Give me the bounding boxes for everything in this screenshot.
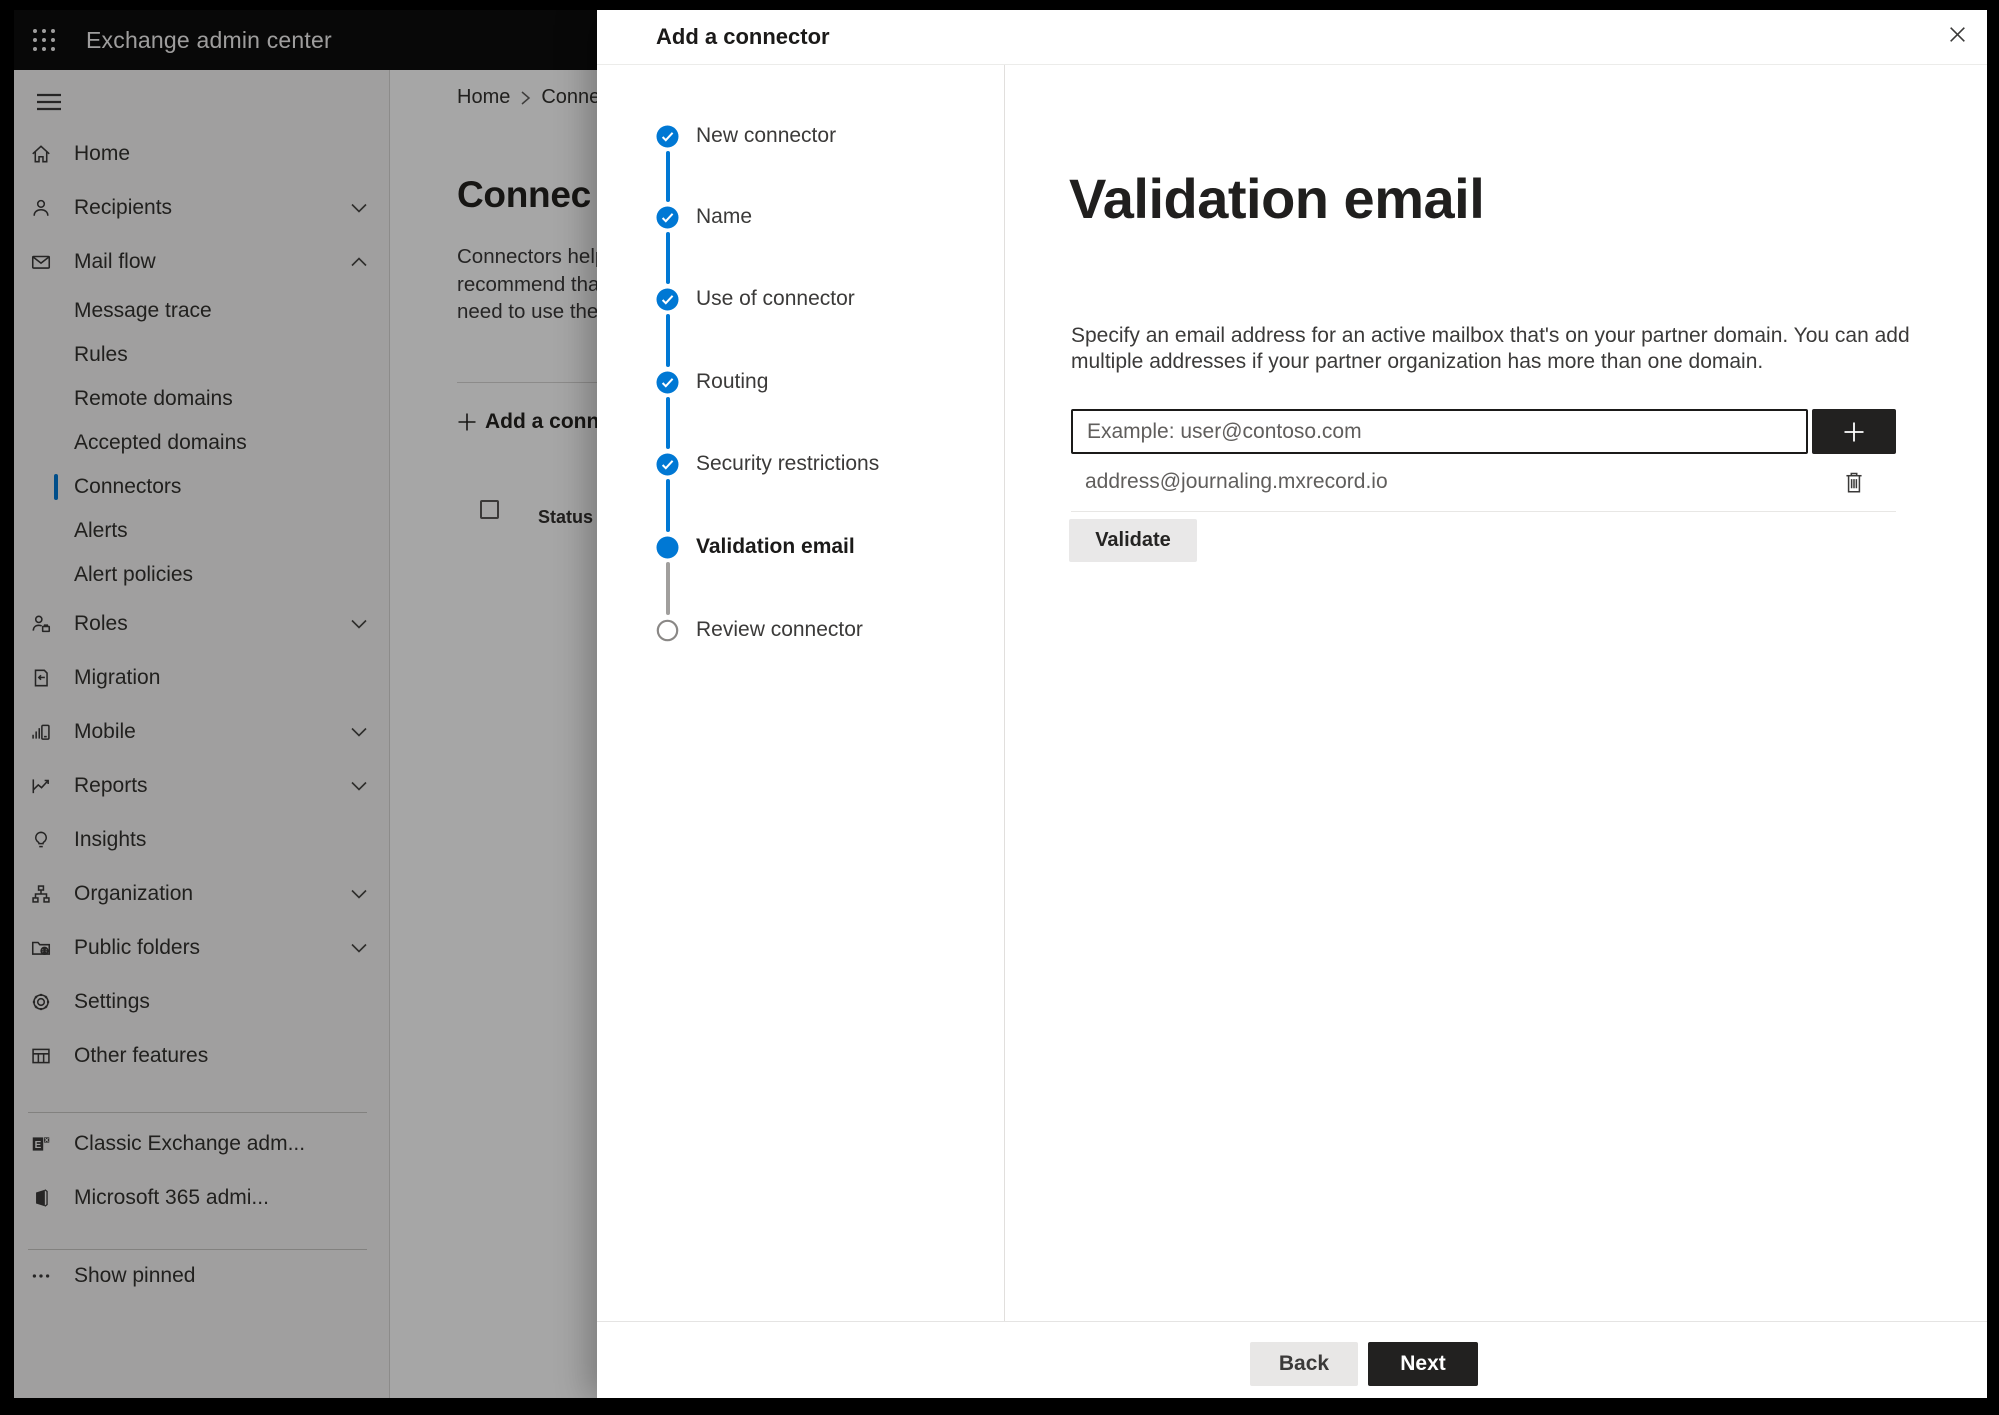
panel-body: New connector Name Use of connector Rout… bbox=[597, 65, 1987, 1321]
next-button[interactable]: Next bbox=[1368, 1342, 1478, 1386]
wizard-steps-nav: New connector Name Use of connector Rout… bbox=[597, 65, 1005, 1321]
delete-address-button[interactable] bbox=[1842, 467, 1872, 497]
validation-email-step-content: Validation email Specify an email addres… bbox=[1005, 65, 1987, 1321]
step-completed-icon bbox=[656, 288, 679, 310]
divider bbox=[1071, 511, 1896, 512]
step-current-icon bbox=[656, 536, 679, 558]
step-completed-icon bbox=[656, 125, 679, 147]
panel-title: Add a connector bbox=[656, 24, 830, 49]
address-list-item: address@journaling.mxrecord.io bbox=[1071, 469, 1896, 495]
wizard-step-use-of-connector[interactable]: Use of connector bbox=[656, 287, 855, 311]
step-upcoming-icon bbox=[656, 619, 679, 641]
wizard-step-routing[interactable]: Routing bbox=[656, 370, 768, 394]
step-description: Specify an email address for an active m… bbox=[1071, 324, 1910, 373]
step-connector-line bbox=[666, 151, 670, 202]
step-heading: Validation email bbox=[1069, 167, 1485, 230]
trash-icon bbox=[1846, 472, 1862, 493]
wizard-step-new-connector[interactable]: New connector bbox=[656, 124, 836, 148]
wizard-step-review-connector[interactable]: Review connector bbox=[656, 618, 863, 642]
step-connector-line bbox=[666, 397, 670, 449]
validation-email-input[interactable] bbox=[1071, 409, 1808, 454]
wizard-step-security-restrictions[interactable]: Security restrictions bbox=[656, 452, 879, 476]
exchange-admin-center-app: Exchange admin center Home Recipients Ma… bbox=[14, 10, 1987, 1398]
step-connector-line bbox=[666, 562, 670, 615]
wizard-step-name[interactable]: Name bbox=[656, 205, 752, 229]
close-button[interactable] bbox=[1941, 18, 1973, 50]
close-icon bbox=[1949, 26, 1965, 42]
wizard-step-validation-email[interactable]: Validation email bbox=[656, 535, 855, 559]
step-connector-line bbox=[666, 232, 670, 284]
step-completed-icon bbox=[656, 453, 679, 475]
panel-header: Add a connector bbox=[597, 10, 1987, 65]
add-connector-panel: Add a connector New connector Name Use o… bbox=[597, 10, 1987, 1398]
step-completed-icon bbox=[656, 371, 679, 393]
screenshot-frame: Exchange admin center Home Recipients Ma… bbox=[0, 0, 1999, 1415]
step-connector-line bbox=[666, 479, 670, 532]
step-completed-icon bbox=[656, 206, 679, 228]
validate-button[interactable]: Validate bbox=[1069, 519, 1197, 562]
address-value: address@journaling.mxrecord.io bbox=[1085, 470, 1388, 493]
panel-footer: Back Next bbox=[597, 1321, 1987, 1398]
add-email-button[interactable] bbox=[1812, 409, 1896, 454]
plus-icon bbox=[1844, 422, 1864, 441]
step-connector-line bbox=[666, 314, 670, 367]
back-button[interactable]: Back bbox=[1250, 1342, 1358, 1386]
